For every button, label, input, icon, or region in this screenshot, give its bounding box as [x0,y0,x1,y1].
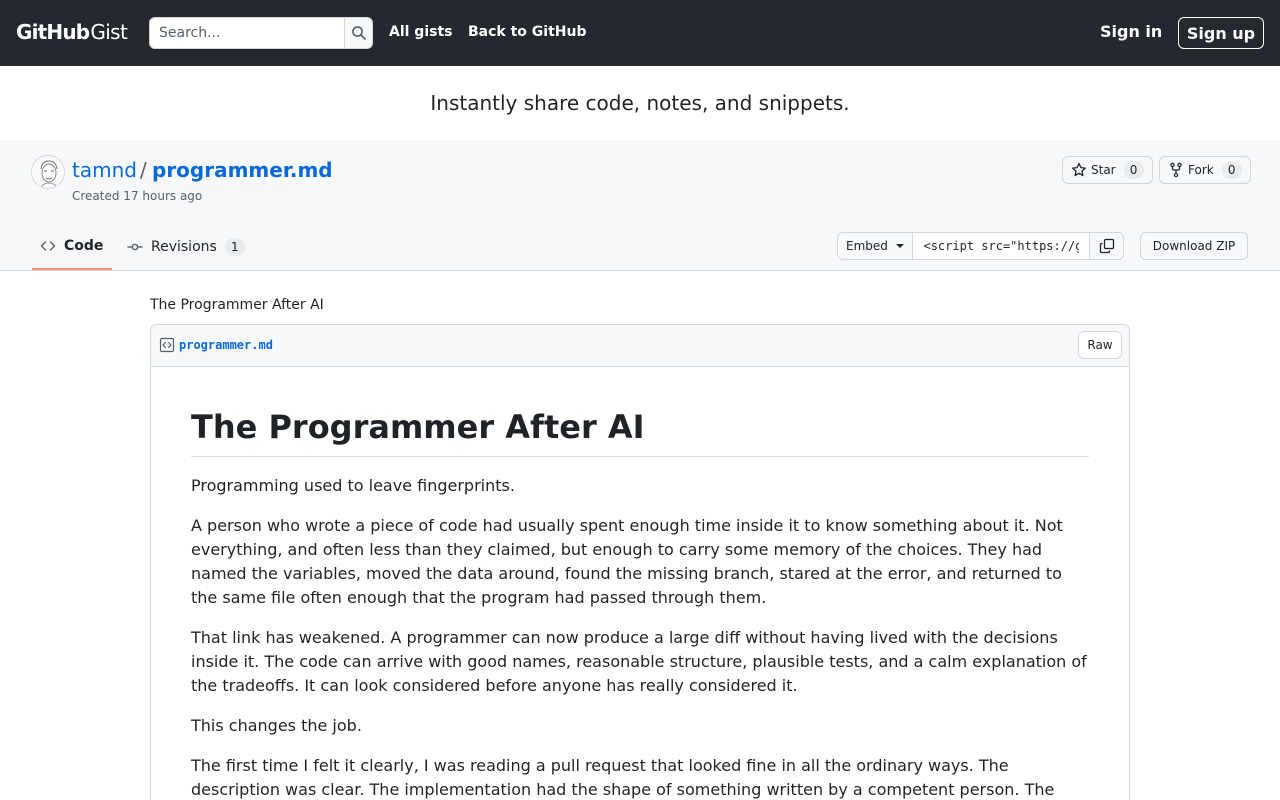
markdown-body: The Programmer After AI Programming used… [191,407,1089,800]
gist-description: The Programmer After AI [150,297,324,313]
paragraph: A person who wrote a piece of code had u… [191,516,1063,607]
gist-name-link[interactable]: programmer.md [152,158,333,182]
star-label: Star [1091,163,1116,177]
code-icon [40,241,56,251]
copy-button[interactable] [1089,233,1123,259]
gist-owner-link[interactable]: tamnd [72,158,137,182]
star-icon [1072,162,1086,177]
embed-select[interactable]: Embed [838,233,914,259]
path-separator: / [140,158,147,182]
file-name-link[interactable]: programmer.md [179,338,273,352]
caret-down-icon [895,244,904,248]
nav-all-gists[interactable]: All gists [389,24,453,40]
search-button[interactable] [344,18,372,48]
fork-button[interactable]: Fork 0 [1159,156,1251,184]
github-gist-logo[interactable]: GitHub Gist [16,20,128,46]
tab-revisions-label: Revisions [151,239,217,255]
avatar[interactable] [31,155,65,189]
fork-label: Fork [1188,163,1214,177]
tagline: Instantly share code, notes, and snippet… [0,66,1280,140]
git-commit-icon [127,243,143,251]
embed-control: Embed [837,232,1124,260]
paragraph: That link has weakened. A programmer can… [191,628,1087,695]
embed-url-input[interactable] [913,233,1090,259]
tab-code-label: Code [64,238,104,254]
file-header: programmer.md Raw [151,325,1129,367]
search-input[interactable] [150,18,344,48]
search-box [149,17,373,49]
download-zip-button[interactable]: Download ZIP [1140,232,1248,260]
revisions-count: 1 [224,238,245,256]
repo-forked-icon [1170,162,1182,178]
logo-secondary: Gist [90,20,128,44]
avatar-image [32,156,64,188]
raw-button[interactable]: Raw [1078,331,1122,359]
nav-back-to-github[interactable]: Back to GitHub [468,24,586,40]
sign-in-link[interactable]: Sign in [1100,22,1162,41]
paragraph: This changes the job. [191,716,362,735]
created-time: Created 17 hours ago [72,189,203,203]
search-icon [351,26,366,40]
file-code-icon [159,337,175,353]
logo-primary: GitHub [16,20,90,44]
star-button[interactable]: Star 0 [1062,156,1153,184]
star-count: 0 [1123,161,1144,179]
embed-label: Embed [846,239,888,253]
paragraph: The first time I felt it clearly, I was … [191,756,1055,799]
tab-revisions[interactable]: Revisions 1 [127,224,245,270]
paragraph: Programming used to leave fingerprints. [191,476,515,495]
fork-count: 0 [1221,161,1242,179]
sign-up-button[interactable]: Sign up [1178,17,1264,49]
article-title: The Programmer After AI [191,407,1089,457]
tab-code[interactable]: Code [32,224,112,270]
gist-header: tamnd / programmer.md Created 17 hours a… [0,140,1280,271]
copy-icon [1099,238,1114,254]
site-header: GitHub Gist All gists Back to GitHub Sig… [0,0,1280,66]
file-container: programmer.md Raw The Programmer After A… [150,324,1130,800]
